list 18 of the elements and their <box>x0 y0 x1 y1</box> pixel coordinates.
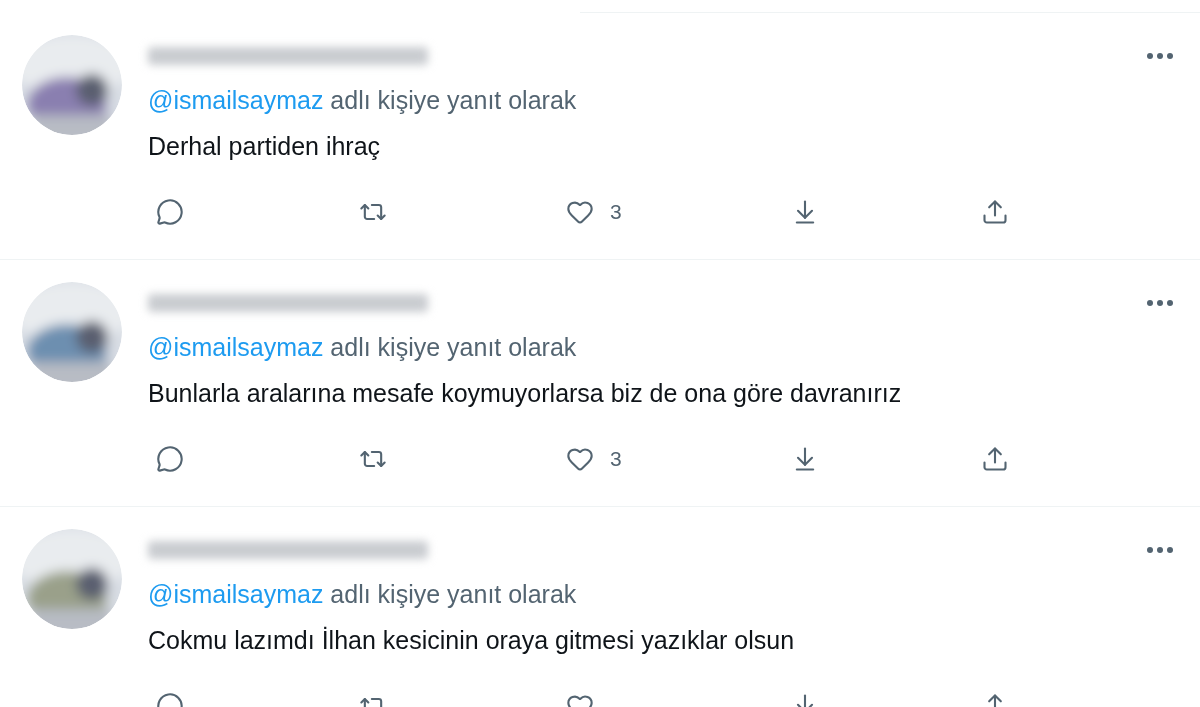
mention-link[interactable]: @ismailsaymaz <box>148 333 324 361</box>
reply-context: @ismailsaymaz adlı kişiye yanıt olarak <box>148 85 578 116</box>
more-icon <box>1147 53 1173 59</box>
mention-link[interactable]: @ismailsaymaz <box>148 86 324 114</box>
share-icon <box>981 198 1009 226</box>
more-icon <box>1147 547 1173 553</box>
like-count: 3 <box>610 199 622 226</box>
tweet-text: Cokmu lazımdı İlhan kesicinin oraya gitmesi yazıklar olsun <box>148 625 796 656</box>
tweet-text: Bunlarla aralarına mesafe koymuyorlarsa biz de ona göre davranırız <box>148 378 903 409</box>
tweet-text: Derhal partiden ihraç <box>148 131 382 162</box>
share-icon <box>981 445 1009 473</box>
reply-icon <box>156 198 184 226</box>
reply-context: @ismailsaymaz adlı kişiye yanıt olarak <box>148 332 578 363</box>
mention-link[interactable]: @ismailsaymaz <box>148 580 324 608</box>
reply-context: @ismailsaymaz adlı kişiye yanıt olarak <box>148 579 578 610</box>
reply-icon <box>156 445 184 473</box>
more-icon <box>1147 300 1173 306</box>
like-count: 3 <box>610 446 622 473</box>
